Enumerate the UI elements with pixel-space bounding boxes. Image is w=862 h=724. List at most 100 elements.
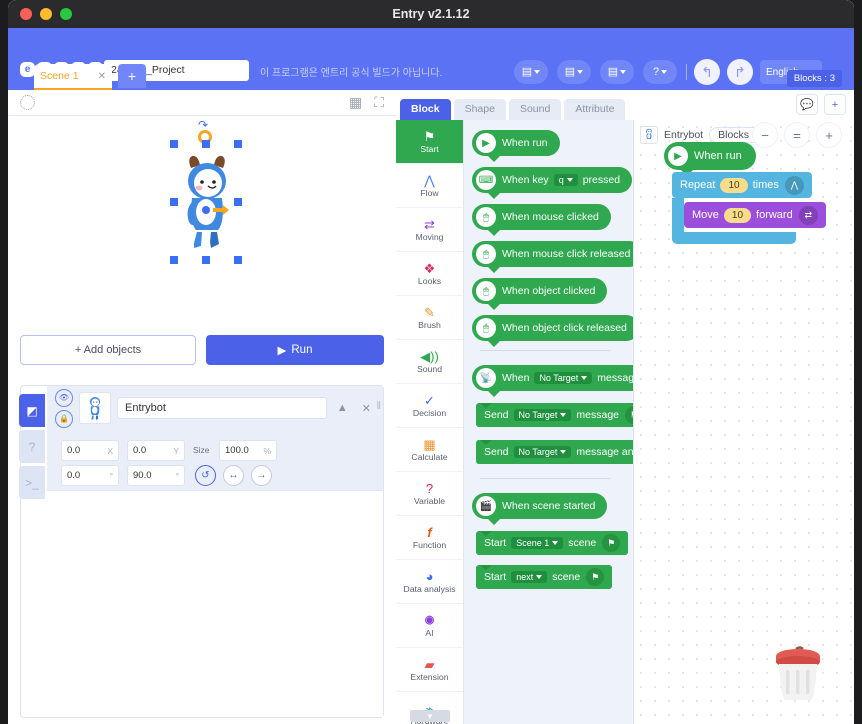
category-variable[interactable]: ? Variable [396,472,463,516]
zoom-reset-button[interactable]: = [784,122,810,148]
block-notch [487,266,501,273]
palette-block-send-message[interactable]: Send No Target message ⚑ [476,403,633,427]
stage-object-entrybot[interactable]: ↷ [170,118,242,264]
target-dropdown[interactable]: No Target [513,446,572,458]
category-looks[interactable]: ❖ Looks [396,252,463,296]
x-field[interactable]: 0.0 X [61,440,119,461]
stage-actions: + Add objects ▶ Run [20,335,384,365]
block-label-pre: Repeat [680,179,716,191]
category-scroll-down-button[interactable]: ▼ [410,710,450,722]
flip-horizontal-button[interactable]: ↔ [223,465,244,486]
category-moving[interactable]: ⇄ Moving [396,208,463,252]
collapse-icon[interactable]: ▲ [333,402,352,414]
stage-canvas[interactable]: ↷ [8,116,396,326]
palette-block-when-mouse-clicked[interactable]: 🖱 When mouse clicked [472,204,611,236]
resize-handle-se[interactable] [234,256,242,264]
resize-handle-ne[interactable] [234,140,242,148]
eye-icon[interactable]: 👁 [55,388,73,407]
category-label: Looks [417,275,442,286]
scene-tab-1[interactable]: Scene 1 ✕ [34,64,112,90]
resize-handle-e[interactable] [234,198,242,206]
reset-rotation-button[interactable]: ↺ [195,465,216,486]
tab-shape[interactable]: Shape [453,99,506,120]
category-function[interactable]: f Function [396,516,463,560]
block-notch [487,192,501,199]
palette-block-when-object-click-released[interactable]: 🖱 When object click released [472,315,633,347]
category-decision[interactable]: ✓ Decision [396,384,463,428]
direction-field[interactable]: 90.0 ° [127,465,185,486]
object-list[interactable] [47,490,383,717]
category-flow[interactable]: ⋀ Flow [396,164,463,208]
move-distance-input[interactable]: 10 [723,207,752,223]
close-icon[interactable]: ✕ [98,71,106,82]
close-icon[interactable]: ✕ [358,402,375,415]
console-tab[interactable]: >_ [19,466,45,499]
object-thumbnail[interactable] [79,392,111,424]
mouse-icon: 🖱 [476,281,496,301]
resize-handle-n[interactable] [202,140,210,148]
block-notch [480,531,492,536]
resize-handle-nw[interactable] [170,140,178,148]
tab-sound[interactable]: Sound [508,99,562,120]
play-icon: ▶ [277,345,287,357]
gauge-icon[interactable] [20,95,35,110]
script-canvas[interactable]: Entrybot Blocks : 3 − = + ▶ When run Rep… [634,120,854,724]
flip-vertical-button[interactable]: → [251,465,272,486]
category-sound[interactable]: ◀)) Sound [396,340,463,384]
block-label-pre: Start [484,571,507,583]
palette-block-start-scene[interactable]: Start Scene 1 scene ⚑ [476,531,629,555]
category-label: Sound [416,363,443,374]
block-label-post: message [597,372,634,384]
run-button[interactable]: ▶ Run [206,335,384,365]
trash-icon[interactable] [770,644,826,706]
palette-block-when-scene-started[interactable]: 🎬 When scene started [472,493,608,525]
script-block-move-forward[interactable]: Move 10 forward ⇄ [684,202,826,228]
palette-block-when-run[interactable]: ▶ When run [472,130,560,162]
palette-block-send-message-and-wait[interactable]: Send No Target message and [476,440,633,464]
scene-dropdown[interactable]: Scene 1 [511,537,564,549]
zoom-in-button[interactable]: + [816,122,842,148]
tab-block[interactable]: Block [400,99,451,120]
objects-tab[interactable]: ◩ [19,394,45,427]
palette-block-when-mouse-click-released[interactable]: 🖱 When mouse click released [472,241,633,273]
category-list: ⚑ Start ⋀ Flow ⇄ Moving ❖ Looks ✎ Brush … [396,120,464,724]
resize-handle-s[interactable] [202,256,210,264]
key-dropdown[interactable]: q [553,174,578,186]
grid-icon[interactable]: ▦ [349,94,362,111]
target-dropdown[interactable]: No Target [513,409,572,421]
script-block-when-run[interactable]: ▶ When run [664,142,756,176]
palette-block-start-next-scene[interactable]: Start next scene ⚑ [476,565,613,589]
lock-icon[interactable]: 🔒 [55,409,73,428]
block-palette[interactable]: ▶ When run ⌨ When key q pressed 🖱 When m… [464,120,634,724]
fullscreen-icon[interactable]: ⛶ [374,94,384,111]
message-dropdown[interactable]: No Target [534,372,593,384]
resize-handle-w[interactable] [170,198,178,206]
palette-block-when-object-clicked[interactable]: 🖱 When object clicked [472,278,608,310]
help-tab[interactable]: ? [19,430,45,463]
rotation-field[interactable]: 0.0 ° [61,465,119,486]
comment-button[interactable]: 💬 [796,94,818,115]
palette-block-when-message[interactable]: 📡 When No Target message [472,365,634,397]
play-icon: ▶ [668,146,688,166]
category-start[interactable]: ⚑ Start [396,120,463,164]
category-brush[interactable]: ✎ Brush [396,296,463,340]
palette-block-when-key-pressed[interactable]: ⌨ When key q pressed [472,167,633,199]
category-calculate[interactable]: ▦ Calculate [396,428,463,472]
add-block-button[interactable]: + [824,94,846,115]
category-ai[interactable]: ◉ AI [396,604,463,648]
tab-attribute[interactable]: Attribute [564,99,626,120]
category-extension[interactable]: ▰ Extension [396,648,463,692]
block-notch [487,303,501,310]
object-name-input[interactable]: Entrybot [117,397,327,419]
add-objects-button[interactable]: + Add objects [20,335,196,365]
repeat-count-input[interactable]: 10 [720,177,748,193]
category-data-analysis[interactable]: ◕ Data analysis [396,560,463,604]
resize-handle-sw[interactable] [170,256,178,264]
zoom-out-button[interactable]: − [752,122,778,148]
script-block-repeat[interactable]: Repeat 10 times ⋀ [672,172,812,198]
y-field[interactable]: 0.0 Y [127,440,185,461]
resize-grip[interactable]: ‖ [376,400,381,412]
add-scene-button[interactable]: + [118,64,146,88]
size-field[interactable]: 100.0 % [219,440,277,461]
scene-dropdown[interactable]: next [511,571,548,583]
